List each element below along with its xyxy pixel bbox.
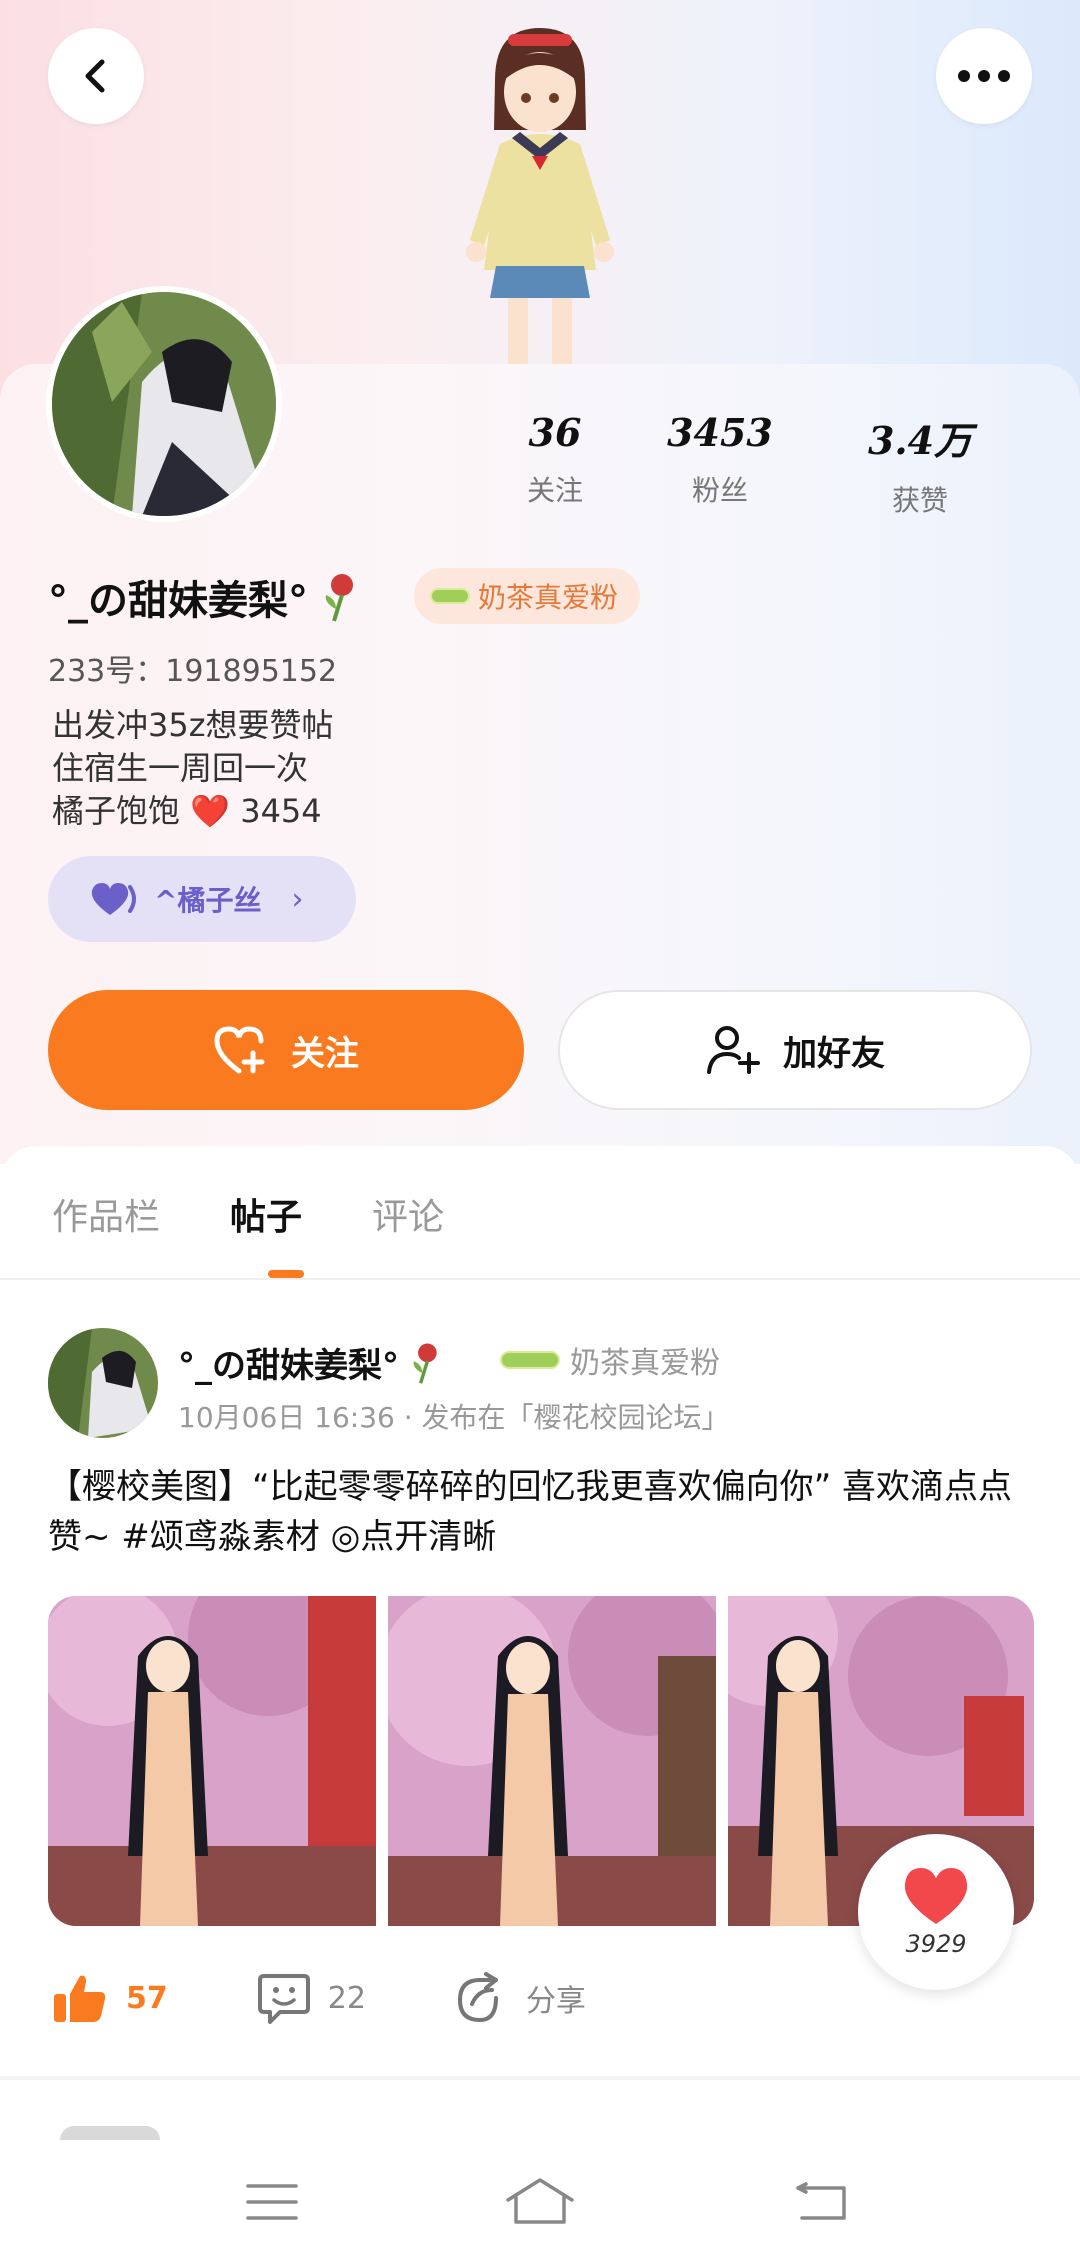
more-icon (958, 70, 1010, 82)
add-friend-button[interactable]: 加好友 (558, 990, 1032, 1110)
stat-value: 3453 (667, 410, 773, 455)
purple-heart-icon (91, 883, 136, 915)
heart-icon (904, 1868, 968, 1924)
stat-followers[interactable]: 3453 粉丝 (620, 410, 820, 519)
more-button[interactable] (936, 28, 1032, 124)
profile-avatar[interactable] (46, 286, 282, 522)
post-badge-label: 奶茶真爱粉 (570, 1346, 720, 1381)
share-label: 分享 (525, 1984, 586, 2019)
home-icon[interactable] (504, 2176, 576, 2226)
comment-button[interactable]: 22 (257, 1972, 366, 2024)
back-nav-icon[interactable] (796, 2182, 848, 2222)
comment-count: 22 (327, 1980, 366, 2016)
like-button[interactable]: 57 (52, 1972, 168, 2024)
fan-badge[interactable]: 奶茶真爱粉 (414, 568, 641, 624)
next-post-avatar-peek (60, 2126, 160, 2140)
profile-username: °_の甜妹姜梨° (48, 568, 358, 626)
bio-line: 住宿生一周回一次 (52, 749, 309, 787)
add-friend-label: 加好友 (783, 1033, 885, 1074)
bio-line: 出发冲35z想要赞帖 (52, 706, 334, 744)
stat-value: 3.4万 (867, 418, 973, 463)
bio-text: 3454 (240, 792, 322, 830)
chevron-right-icon: › (291, 881, 304, 917)
like-count: 57 (126, 1980, 168, 2016)
user-id[interactable]: 233号：191895152 (48, 646, 337, 690)
system-navigation-bar (0, 2140, 1080, 2264)
post-meta: 10月06日 16:36 · 发布在「樱花校园论坛」 (178, 1401, 730, 1434)
floating-like-count: 3929 (905, 1930, 967, 1958)
stat-label: 获赞 (891, 484, 948, 517)
fanclub-button[interactable]: ^橘子丝 › (48, 856, 356, 942)
stat-value: 36 (528, 410, 582, 455)
post-author-avatar[interactable] (48, 1328, 158, 1438)
follow-label: 关注 (291, 1033, 359, 1074)
post-author-name[interactable]: °_の甜妹姜梨° (178, 1338, 441, 1387)
divider (0, 2076, 1080, 2080)
fanclub-label: ^橘子丝 (154, 884, 262, 917)
stat-label: 粉丝 (691, 474, 748, 507)
comment-icon (257, 1974, 310, 2024)
active-tab-indicator (268, 1270, 304, 1278)
tab-posts[interactable]: 帖子 (230, 1188, 302, 1240)
fan-badge-label: 奶茶真爱粉 (478, 581, 619, 614)
tab-bar: 作品栏 帖子 评论 (52, 1188, 444, 1240)
rose-icon (413, 1343, 437, 1384)
profile-stats: 36 关注 3453 粉丝 3.4万 获赞 (490, 410, 1050, 519)
heart-plus-icon (214, 1026, 265, 1074)
post-actions: 57 22 分享 (52, 1972, 676, 2024)
divider (0, 1278, 1080, 1280)
bio-line: 橘子饱饱 ❤️ 3454 (52, 790, 334, 833)
follow-button[interactable]: 关注 (48, 990, 524, 1110)
stat-likes[interactable]: 3.4万 获赞 (820, 410, 1020, 519)
menu-icon[interactable] (246, 2182, 298, 2222)
chevron-left-icon (85, 59, 105, 93)
fan-level-tag-icon (500, 1351, 560, 1369)
post-fan-badge: 奶茶真爱粉 (500, 1338, 720, 1382)
tab-works[interactable]: 作品栏 (52, 1188, 160, 1240)
profile-bio: 出发冲35z想要赞帖 住宿生一周回一次 橘子饱饱 ❤️ 3454 (52, 704, 334, 833)
heart-emoji-icon: ❤️ (190, 792, 231, 830)
share-button[interactable]: 分享 (456, 1972, 586, 2024)
3d-avatar-image[interactable] (400, 20, 680, 366)
floating-like-button[interactable]: 3929 (858, 1834, 1014, 1990)
post-author-text: °_の甜妹姜梨° (178, 1346, 399, 1386)
back-button[interactable] (48, 28, 144, 124)
post-image[interactable] (48, 1596, 376, 1926)
avatar-photo (52, 292, 276, 516)
bio-text: 橘子饱饱 (52, 792, 181, 830)
fan-level-tag-icon (430, 588, 470, 604)
rose-icon (325, 574, 353, 622)
thumbs-up-icon (54, 1975, 106, 2022)
post-text[interactable]: 【樱校美图】“比起零零碎碎的回忆我更喜欢偏向你” 喜欢滴点点赞~ #颂鸢淼素材 … (48, 1462, 1038, 1562)
stat-following[interactable]: 36 关注 (490, 410, 620, 519)
username-text: °_の甜妹姜梨° (48, 578, 308, 624)
post-image[interactable] (388, 1596, 716, 1926)
tab-comments[interactable]: 评论 (372, 1188, 444, 1240)
add-user-icon (707, 1026, 760, 1074)
stat-label: 关注 (526, 474, 583, 507)
share-icon (457, 1972, 498, 2023)
